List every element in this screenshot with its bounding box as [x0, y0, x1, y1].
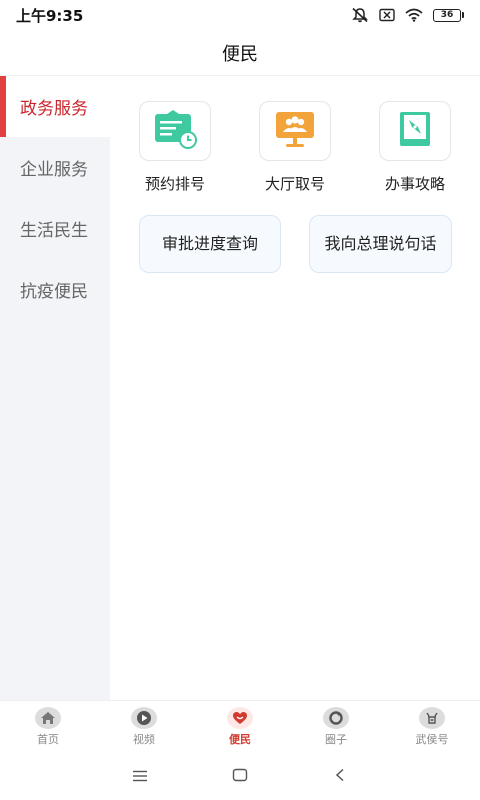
tab-label: 圈子	[325, 732, 347, 746]
tab-home[interactable]: 首页	[0, 701, 96, 752]
back-chevron-icon	[334, 767, 346, 786]
message-to-premier-button[interactable]: 我向总理说句话	[309, 215, 452, 273]
guide-button[interactable]: 办事攻略	[365, 101, 465, 194]
message-to-premier-label: 我向总理说句话	[324, 234, 437, 253]
guide-compass-icon	[395, 109, 435, 153]
appointment-label: 预约排号	[144, 175, 205, 193]
sim-off-icon	[379, 8, 395, 22]
tab-circle[interactable]: 圈子	[288, 701, 384, 752]
circle-icon	[323, 706, 349, 729]
tab-label: 首页	[37, 732, 59, 746]
approval-progress-label: 审批进度查询	[161, 234, 258, 253]
status-icons: 36	[351, 7, 464, 23]
bell-muted-icon	[351, 7, 369, 23]
status-time: 上午9:35	[16, 6, 84, 25]
tab-label: 便民	[229, 732, 251, 746]
page-title: 便民	[222, 43, 258, 65]
heart-icon	[227, 706, 253, 729]
tab-convenience[interactable]: 便民	[192, 701, 288, 752]
video-play-icon	[131, 706, 157, 729]
menu-button[interactable]	[125, 761, 155, 791]
status-bar: 上午9:35 36	[0, 0, 480, 30]
system-nav-bar	[0, 752, 480, 800]
header: 便民	[0, 30, 480, 76]
appointment-card-icon	[152, 109, 198, 153]
battery-icon: 36	[433, 8, 464, 22]
sidebar-item-livelihood[interactable]: 生活民生	[0, 198, 110, 259]
wifi-icon	[405, 8, 423, 22]
sidebar-item-enterprise-services[interactable]: 企业服务	[0, 137, 110, 198]
tab-video[interactable]: 视频	[96, 701, 192, 752]
guide-label: 办事攻略	[384, 175, 445, 193]
sidebar-item-label: 抗疫便民	[20, 282, 88, 302]
sidebar-item-epidemic[interactable]: 抗疫便民	[0, 259, 110, 320]
hall-ticket-button[interactable]: 大厅取号	[245, 101, 345, 194]
sidebar-item-label: 生活民生	[20, 221, 88, 241]
sidebar-item-government-services[interactable]: 政务服务	[0, 76, 110, 137]
square-home-icon	[232, 767, 248, 786]
tab-label: 武侯号	[415, 732, 449, 746]
service-grid: 预约排号 大厅取号 办事攻略	[125, 101, 465, 194]
home-icon	[35, 706, 61, 729]
home-button[interactable]	[225, 761, 255, 791]
appointment-button[interactable]: 预约排号	[125, 101, 225, 194]
battery-level: 36	[433, 8, 461, 22]
back-button[interactable]	[325, 761, 355, 791]
bottom-tab-bar: 首页 视频 便民 圈子 武侯号	[0, 700, 480, 752]
menu-icon	[132, 767, 148, 786]
tab-label: 视频	[133, 732, 155, 746]
approval-progress-button[interactable]: 审批进度查询	[139, 215, 281, 273]
sidebar-item-label: 企业服务	[20, 160, 88, 180]
hall-ticket-label: 大厅取号	[264, 175, 325, 193]
wuhou-icon	[419, 706, 445, 729]
sidebar-item-label: 政务服务	[20, 99, 88, 119]
main-content: 预约排号 大厅取号 办事攻略 审批进度查询 我向总理说句话	[110, 76, 480, 700]
tab-wuhou[interactable]: 武侯号	[384, 701, 480, 752]
hall-ticket-icon	[273, 109, 317, 153]
sidebar: 政务服务 企业服务 生活民生 抗疫便民	[0, 76, 110, 700]
